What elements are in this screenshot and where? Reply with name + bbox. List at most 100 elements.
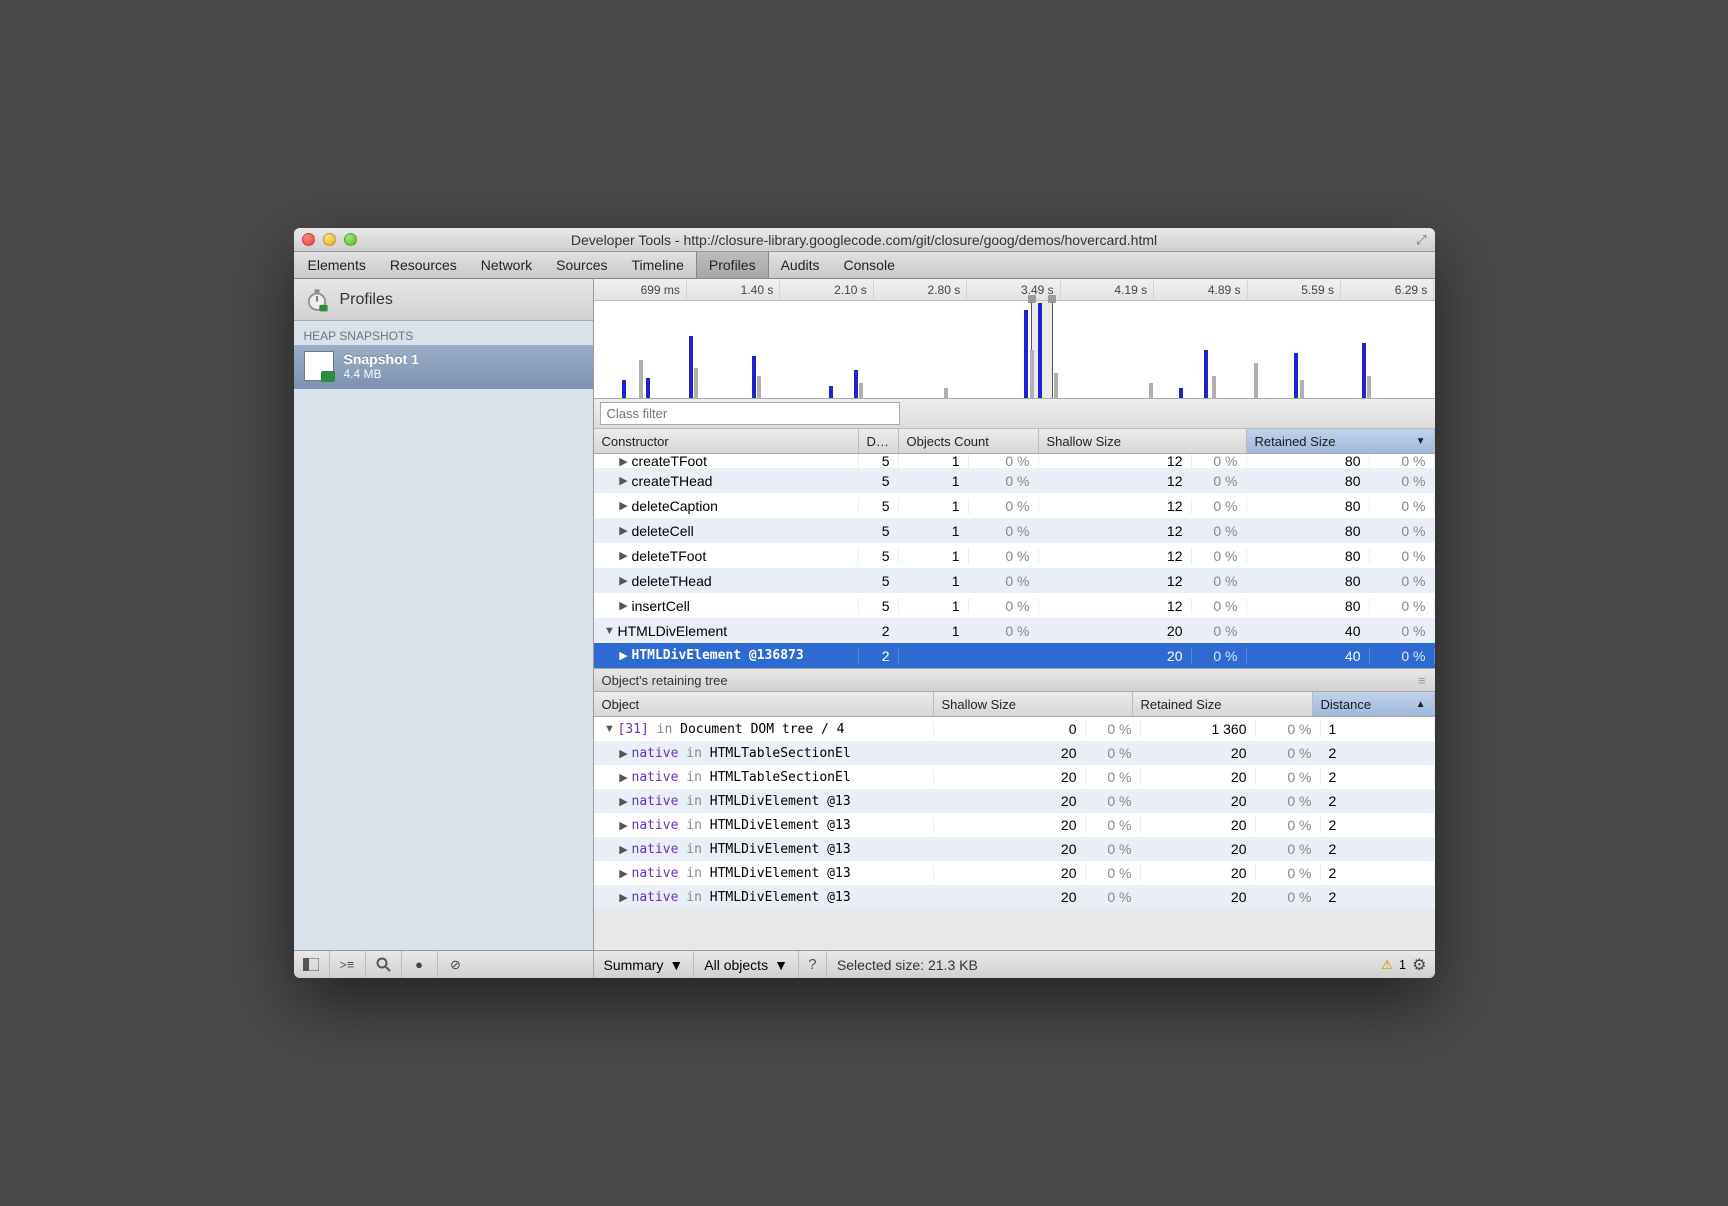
- timeline-tick: 2.10 s: [780, 279, 873, 300]
- timeline-bar: [1030, 350, 1034, 398]
- tab-bar: ElementsResourcesNetworkSourcesTimelineP…: [294, 252, 1435, 279]
- table-row[interactable]: ▶native in HTMLDivElement @13200 %200 %2: [594, 861, 1435, 885]
- table-row[interactable]: ▼[31] in Document DOM tree / 400 %1 3600…: [594, 717, 1435, 741]
- window-title: Developer Tools - http://closure-library…: [294, 232, 1435, 248]
- record-button[interactable]: ●: [402, 951, 438, 978]
- class-filter-input[interactable]: [600, 402, 900, 425]
- filter-row: [594, 399, 1435, 429]
- timeline-chart[interactable]: [594, 301, 1435, 398]
- timeline-tick: 5.59 s: [1248, 279, 1341, 300]
- settings-icon[interactable]: ⚙: [1412, 955, 1426, 975]
- footer: >≡ ● ⊘ Summary▼ All objects▼ ? Selected …: [294, 950, 1435, 978]
- objects-filter-select[interactable]: All objects▼: [694, 951, 799, 978]
- timeline-bar: [646, 378, 650, 398]
- timeline-bar: [1024, 310, 1028, 398]
- stopwatch-icon: [304, 287, 330, 313]
- table-row[interactable]: ▶native in HTMLDivElement @13200 %200 %2: [594, 837, 1435, 861]
- col-constructor[interactable]: Constructor: [594, 429, 859, 453]
- snapshot-icon: [304, 351, 334, 381]
- traffic-lights: [302, 233, 357, 246]
- col-distance2[interactable]: Distance▲: [1313, 692, 1435, 716]
- dock-toggle-button[interactable]: [294, 951, 330, 978]
- table-row[interactable]: ▶native in HTMLTableSectionEl200 %200 %2: [594, 741, 1435, 765]
- timeline-bar: [829, 386, 833, 398]
- timeline-bar: [1038, 303, 1042, 398]
- table-row[interactable]: ▶native in HTMLDivElement @13200 %200 %2: [594, 789, 1435, 813]
- timeline-bar: [1294, 353, 1298, 398]
- zoom-button[interactable]: [344, 233, 357, 246]
- retaining-tree-header[interactable]: Object's retaining tree ≡: [594, 668, 1435, 692]
- timeline-bar: [1212, 376, 1216, 398]
- table-row[interactable]: ▶createTHead510 %120 %800 %: [594, 468, 1435, 493]
- col-shallow2[interactable]: Shallow Size: [934, 692, 1133, 716]
- col-retained-size[interactable]: Retained Size▼: [1247, 429, 1435, 453]
- snapshot-size: 4.4 MB: [344, 367, 419, 381]
- timeline-bar: [752, 356, 756, 398]
- timeline-tick: 4.19 s: [1061, 279, 1154, 300]
- tab-elements[interactable]: Elements: [296, 252, 378, 278]
- warning-count: 1: [1399, 957, 1406, 972]
- timeline-bar: [1179, 388, 1183, 398]
- retaining-table-header: Object Shallow Size Retained Size Distan…: [594, 692, 1435, 717]
- timeline[interactable]: 699 ms1.40 s2.10 s2.80 s3.49 s4.19 s4.89…: [594, 279, 1435, 399]
- devtools-window: Developer Tools - http://closure-library…: [294, 228, 1435, 978]
- tab-network[interactable]: Network: [469, 252, 544, 278]
- timeline-bar: [639, 360, 643, 398]
- table-row[interactable]: ▶deleteCaption510 %120 %800 %: [594, 493, 1435, 518]
- table-row[interactable]: ▶createTFoot510 %120 %800 %: [594, 454, 1435, 468]
- table-row[interactable]: ▶insertCell510 %120 %800 %: [594, 593, 1435, 618]
- tab-timeline[interactable]: Timeline: [620, 252, 696, 278]
- timeline-bar: [854, 370, 858, 398]
- table-row[interactable]: ▶deleteTHead510 %120 %800 %: [594, 568, 1435, 593]
- tab-sources[interactable]: Sources: [544, 252, 619, 278]
- warning-icon[interactable]: ⚠: [1381, 957, 1393, 973]
- snapshot-item[interactable]: Snapshot 1 4.4 MB: [294, 345, 593, 389]
- timeline-bar: [1149, 383, 1153, 398]
- close-button[interactable]: [302, 233, 315, 246]
- expand-icon[interactable]: ⤢: [1416, 232, 1426, 248]
- timeline-bar: [622, 380, 626, 398]
- table-row[interactable]: ▶native in HTMLDivElement @13200 %200 %2: [594, 813, 1435, 837]
- retaining-tree-label: Object's retaining tree: [602, 673, 728, 688]
- timeline-scrubber[interactable]: [1031, 301, 1053, 398]
- tab-profiles[interactable]: Profiles: [696, 252, 769, 278]
- col-object[interactable]: Object: [594, 692, 934, 716]
- help-button[interactable]: ?: [799, 951, 827, 978]
- table-row[interactable]: ▶deleteTFoot510 %120 %800 %: [594, 543, 1435, 568]
- sidebar-title: Profiles: [340, 291, 393, 309]
- search-button[interactable]: [366, 951, 402, 978]
- table-row[interactable]: ▶native in HTMLTableSectionEl200 %200 %2: [594, 765, 1435, 789]
- col-distance[interactable]: D…: [859, 429, 899, 453]
- timeline-tick: 1.40 s: [687, 279, 780, 300]
- timeline-bar: [1367, 376, 1371, 398]
- tab-audits[interactable]: Audits: [769, 252, 832, 278]
- sidebar-section-label: HEAP SNAPSHOTS: [294, 321, 593, 345]
- timeline-bar: [689, 336, 693, 398]
- col-shallow-size[interactable]: Shallow Size: [1039, 429, 1247, 453]
- retaining-table: ▼[31] in Document DOM tree / 400 %1 3600…: [594, 717, 1435, 909]
- minimize-button[interactable]: [323, 233, 336, 246]
- table-row[interactable]: ▶native in HTMLDivElement @13200 %200 %2: [594, 885, 1435, 909]
- timeline-bar: [1254, 363, 1258, 398]
- timeline-tick: 4.89 s: [1154, 279, 1247, 300]
- timeline-bar: [1204, 350, 1208, 398]
- constructors-table: ▶createTFoot510 %120 %800 %▶createTHead5…: [594, 454, 1435, 668]
- col-retained2[interactable]: Retained Size: [1133, 692, 1313, 716]
- sort-asc-icon: ▲: [1410, 699, 1426, 710]
- sidebar-header: Profiles: [294, 279, 593, 321]
- timeline-bar: [944, 388, 948, 398]
- timeline-bar: [859, 383, 863, 398]
- footer-left: >≡ ● ⊘: [294, 951, 594, 978]
- timeline-ticks: 699 ms1.40 s2.10 s2.80 s3.49 s4.19 s4.89…: [594, 279, 1435, 301]
- view-select[interactable]: Summary▼: [594, 951, 695, 978]
- tab-console[interactable]: Console: [832, 252, 907, 278]
- table-row[interactable]: ▶HTMLDivElement @1368732200 %400 %: [594, 643, 1435, 668]
- sort-desc-icon: ▼: [1410, 436, 1426, 447]
- table-row[interactable]: ▼HTMLDivElement210 %200 %400 %: [594, 618, 1435, 643]
- console-toggle-button[interactable]: >≡: [330, 951, 366, 978]
- col-objects-count[interactable]: Objects Count: [899, 429, 1039, 453]
- timeline-tick: 699 ms: [594, 279, 687, 300]
- clear-button[interactable]: ⊘: [438, 951, 474, 978]
- tab-resources[interactable]: Resources: [378, 252, 469, 278]
- table-row[interactable]: ▶deleteCell510 %120 %800 %: [594, 518, 1435, 543]
